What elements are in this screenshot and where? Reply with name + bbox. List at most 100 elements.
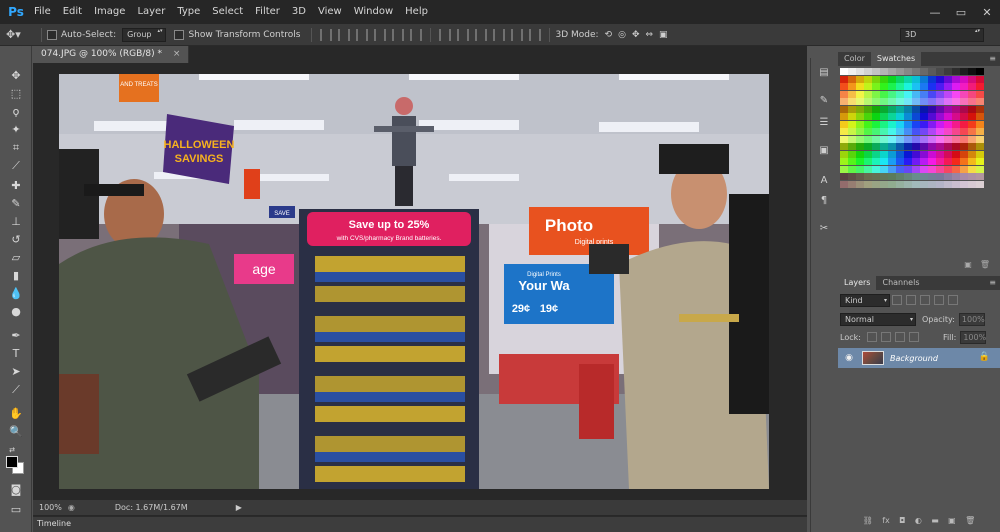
3d-scale-icon[interactable]: ▣: [659, 30, 668, 40]
swatch-cell[interactable]: [880, 120, 888, 128]
swatch-cell[interactable]: [928, 143, 936, 150]
timeline-tab[interactable]: Timeline: [37, 519, 71, 528]
marquee-tool-icon[interactable]: ⬚: [8, 86, 24, 102]
swatch-cell[interactable]: [944, 113, 952, 120]
swatch-cell[interactable]: [888, 120, 896, 128]
swatch-cell[interactable]: [952, 128, 960, 135]
pen-tool-icon[interactable]: ✒: [8, 328, 24, 344]
swatch-cell[interactable]: [872, 83, 880, 90]
swatch-cell[interactable]: [920, 75, 928, 83]
magic-wand-icon[interactable]: ✦: [8, 122, 24, 138]
swatch-cell[interactable]: [864, 90, 872, 98]
align-left-icon[interactable]: [374, 28, 387, 41]
menu-type[interactable]: Type: [171, 0, 206, 24]
swatch-cell[interactable]: [952, 180, 960, 188]
swatch-cell[interactable]: [912, 173, 920, 180]
maximize-button[interactable]: ▭: [948, 0, 974, 24]
auto-select-dropdown[interactable]: Group: [122, 27, 167, 42]
swatch-cell[interactable]: [904, 113, 912, 120]
swatch-cell[interactable]: [904, 83, 912, 90]
swatch-cell[interactable]: [872, 180, 880, 188]
swatch-cell[interactable]: [912, 165, 920, 173]
swatch-cell[interactable]: [848, 90, 856, 98]
visibility-eye-icon[interactable]: ◉: [842, 353, 856, 363]
swatch-cell[interactable]: [904, 165, 912, 173]
paragraph-panel-icon[interactable]: ¶: [817, 194, 831, 208]
swatch-cell[interactable]: [904, 135, 912, 143]
swatch-cell[interactable]: [872, 143, 880, 150]
swatch-cell[interactable]: [840, 158, 848, 165]
swatch-cell[interactable]: [920, 150, 928, 158]
swatch-cell[interactable]: [872, 120, 880, 128]
swatch-cell[interactable]: [888, 180, 896, 188]
swatch-cell[interactable]: [928, 165, 936, 173]
swatch-cell[interactable]: [848, 158, 856, 165]
swatch-cell[interactable]: [944, 135, 952, 143]
swatch-cell[interactable]: [888, 150, 896, 158]
swatch-cell[interactable]: [912, 113, 920, 120]
swatch-cell[interactable]: [856, 83, 864, 90]
menu-3d[interactable]: 3D: [286, 0, 312, 24]
menu-select[interactable]: Select: [206, 0, 249, 24]
swatch-cell[interactable]: [856, 143, 864, 150]
swatch-cell[interactable]: [928, 180, 936, 188]
fx-icon[interactable]: fx: [882, 516, 890, 528]
swatch-grid[interactable]: [840, 68, 990, 188]
properties-panel-icon[interactable]: ☰: [817, 116, 831, 130]
swatch-cell[interactable]: [960, 105, 968, 113]
opacity-field[interactable]: 100%: [958, 312, 985, 326]
swatch-cell[interactable]: [896, 90, 904, 98]
swatch-cell[interactable]: [880, 83, 888, 90]
swatch-cell[interactable]: [864, 135, 872, 143]
dodge-tool-icon[interactable]: ●: [8, 304, 24, 320]
3d-rotate-icon[interactable]: ⟲: [605, 30, 613, 40]
swatch-cell[interactable]: [840, 105, 848, 113]
filter-pixel-icon[interactable]: [892, 295, 902, 305]
swatch-cell[interactable]: [912, 150, 920, 158]
swatch-cell[interactable]: [960, 173, 968, 180]
swatch-cell[interactable]: [920, 105, 928, 113]
swatch-cell[interactable]: [872, 105, 880, 113]
swatch-cell[interactable]: [936, 113, 944, 120]
swatch-cell[interactable]: [896, 98, 904, 105]
swatch-cell[interactable]: [920, 113, 928, 120]
swatch-cell[interactable]: [848, 135, 856, 143]
swatch-cell[interactable]: [912, 98, 920, 105]
swatch-cell[interactable]: [976, 173, 984, 180]
swatch-cell[interactable]: [960, 120, 968, 128]
close-button[interactable]: ✕: [974, 0, 1000, 24]
swatch-cell[interactable]: [944, 90, 952, 98]
menu-view[interactable]: View: [312, 0, 348, 24]
swatch-cell[interactable]: [952, 158, 960, 165]
swatch-cell[interactable]: [864, 120, 872, 128]
swatch-cell[interactable]: [968, 165, 976, 173]
shape-tool-icon[interactable]: ⟋: [8, 382, 24, 398]
align-vcenter-icon[interactable]: [338, 28, 351, 41]
3d-pan-icon[interactable]: ✥: [632, 30, 640, 40]
align-top-icon[interactable]: [320, 28, 333, 41]
swatch-cell[interactable]: [880, 158, 888, 165]
swatch-cell[interactable]: [960, 135, 968, 143]
swatch-cell[interactable]: [936, 143, 944, 150]
swatch-cell[interactable]: [880, 68, 888, 75]
swatch-cell[interactable]: [880, 75, 888, 83]
swatch-cell[interactable]: [928, 150, 936, 158]
swatch-cell[interactable]: [856, 68, 864, 75]
lasso-tool-icon[interactable]: ϙ: [8, 104, 24, 120]
swatch-cell[interactable]: [840, 143, 848, 150]
swatch-cell[interactable]: [920, 120, 928, 128]
distribute-vcenter-icon[interactable]: [457, 28, 470, 41]
swatch-cell[interactable]: [872, 165, 880, 173]
swatch-cell[interactable]: [968, 98, 976, 105]
swatch-cell[interactable]: [928, 113, 936, 120]
swatch-cell[interactable]: [944, 68, 952, 75]
swatch-cell[interactable]: [872, 75, 880, 83]
swatch-cell[interactable]: [960, 75, 968, 83]
swatch-cell[interactable]: [920, 173, 928, 180]
swatch-cell[interactable]: [904, 75, 912, 83]
swatch-cell[interactable]: [968, 158, 976, 165]
swatch-cell[interactable]: [920, 68, 928, 75]
swatch-cell[interactable]: [904, 158, 912, 165]
distribute-left-icon[interactable]: [493, 28, 506, 41]
brush-presets-icon[interactable]: ✎: [817, 94, 831, 108]
